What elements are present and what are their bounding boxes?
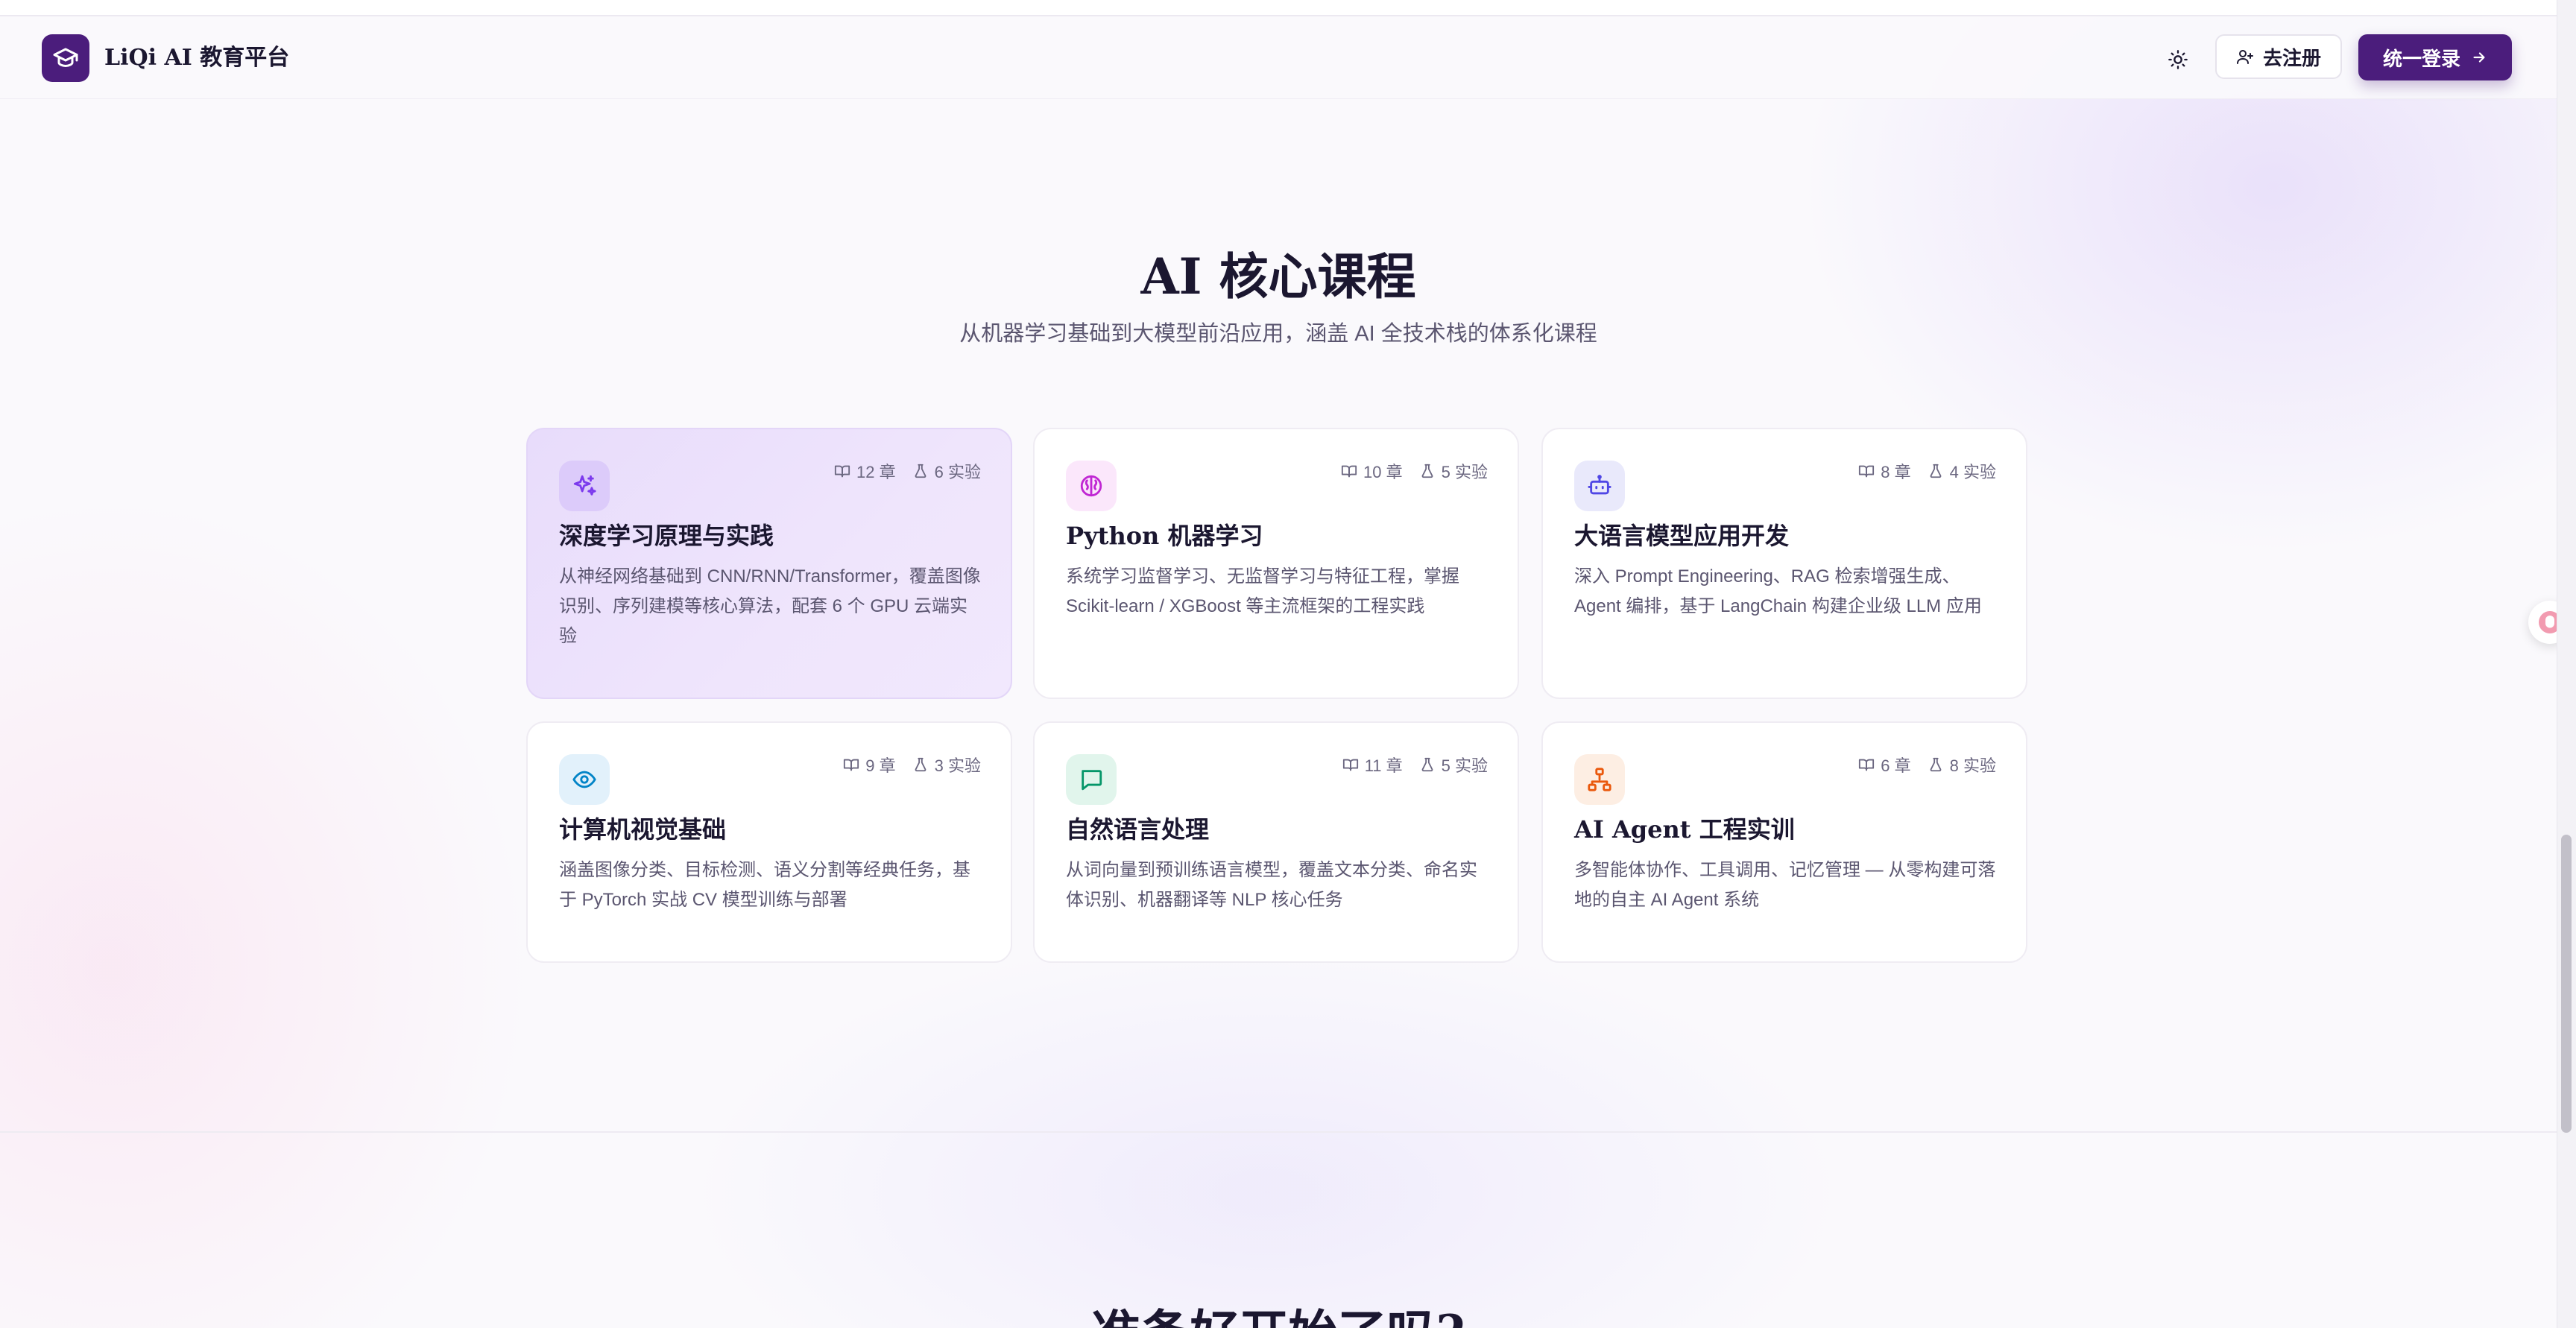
chapter-count: 12 章 (834, 459, 896, 483)
chat-icon (1082, 770, 1102, 791)
book-icon (834, 465, 850, 478)
card-title: 深度学习原理与实践 (559, 522, 774, 549)
card-title: Python 机器学习 (1066, 522, 1263, 550)
card-title: AI Agent 工程实训 (1574, 815, 1795, 844)
register-button[interactable]: 去注册 (2215, 34, 2342, 79)
login-label: 统一登录 (2382, 47, 2460, 70)
card-description: 从神经网络基础到 CNN/RNN/Transformer，覆盖图像识别、序列建模… (559, 566, 981, 646)
card-meta: 9 章 3 实验 (843, 753, 981, 777)
book-icon (1342, 759, 1358, 771)
section-subtitle: 从机器学习基础到大模型前沿应用，涵盖 AI 全技术栈的体系化课程 (959, 322, 1597, 346)
card-description: 涵盖图像分类、目标检测、语义分割等经典任务，基于 PyTorch 实战 CV 模… (559, 860, 970, 910)
course-card-python-ml[interactable]: 10 章 5 实验 Python 机器学习 系统学习监督学习、无监督学习与特征工… (1033, 428, 1519, 699)
card-description: 从词向量到预训练语言模型，覆盖文本分类、命名实体识别、机器翻译等 NLP 核心任… (1066, 860, 1477, 910)
top-rule (0, 0, 2576, 16)
lab-count: 6 实验 (912, 459, 981, 483)
card-description: 深入 Prompt Engineering、RAG 检索增强生成、Agent 编… (1574, 566, 1982, 616)
flask-icon (1421, 464, 1433, 478)
card-meta: 6 章 8 实验 (1858, 753, 1996, 777)
chapter-count: 11 章 (1342, 753, 1403, 777)
arrow-right-icon (2473, 52, 2485, 63)
scrollbar-thumb[interactable] (2561, 835, 2572, 1133)
book-icon (1341, 465, 1357, 478)
robot-icon (1588, 475, 1611, 495)
lab-count: 3 实验 (912, 753, 981, 777)
card-title: 大语言模型应用开发 (1574, 522, 1790, 549)
flask-icon (1930, 757, 1942, 772)
card-icon-box (1574, 461, 1625, 511)
user-plus-icon (2236, 50, 2253, 64)
chapter-count: 8 章 (1858, 459, 1911, 483)
course-card-deep-learning[interactable]: 12 章 6 实验 深度学习原理与实践 从神经网络基础到 CNN/RNN/Tra… (526, 428, 1012, 699)
brain-icon (1080, 475, 1102, 497)
vertical-scrollbar[interactable] (2557, 0, 2576, 1328)
card-icon-box (1066, 461, 1117, 511)
card-meta: 10 章 5 实验 (1341, 459, 1488, 483)
register-label: 去注册 (2262, 46, 2321, 69)
course-card-llm-dev[interactable]: 8 章 4 实验 大语言模型应用开发 深入 Prompt Engineering… (1541, 428, 2027, 699)
chapter-count: 6 章 (1858, 753, 1911, 777)
flask-icon (915, 757, 926, 772)
network-icon (1588, 768, 1611, 791)
book-icon (844, 759, 859, 771)
flask-icon (1421, 757, 1433, 772)
flask-icon (915, 464, 926, 478)
card-title: 自然语言处理 (1066, 816, 1210, 843)
lab-count: 8 实验 (1928, 753, 1996, 777)
chapter-count: 10 章 (1341, 459, 1403, 483)
lab-count: 5 实验 (1419, 753, 1488, 777)
login-button[interactable]: 统一登录 (2358, 34, 2512, 80)
sun-icon (2168, 50, 2188, 69)
page: LiQi AI 教育平台 去注册 统一登录 AI 核心课程 从机器学习基础到大模… (0, 0, 2576, 1328)
course-card-nlp[interactable]: 11 章 5 实验 自然语言处理 从词向量到预训练语言模型，覆盖文本分类、命名实… (1033, 721, 1519, 963)
card-meta: 11 章 5 实验 (1342, 753, 1488, 777)
card-icon-box (1066, 754, 1117, 805)
book-icon (1859, 465, 1875, 478)
card-description: 系统学习监督学习、无监督学习与特征工程，掌握 Scikit-learn / XG… (1066, 566, 1459, 616)
brand-name[interactable]: LiQi AI 教育平台 (104, 42, 289, 75)
section-title: AI 核心课程 (1140, 247, 1416, 306)
card-icon-box (559, 754, 610, 805)
book-icon (1859, 759, 1875, 771)
top-navbar: LiQi AI 教育平台 去注册 统一登录 (0, 16, 2557, 99)
course-card-computer-vision[interactable]: 9 章 3 实验 计算机视觉基础 涵盖图像分类、目标检测、语义分割等经典任务，基… (526, 721, 1012, 963)
card-meta: 12 章 6 实验 (834, 459, 981, 483)
card-icon-box (559, 461, 610, 511)
theme-toggle-button[interactable] (2159, 40, 2197, 79)
lab-count: 4 实验 (1928, 459, 1996, 483)
graduation-cap-icon (53, 48, 78, 67)
section-divider (0, 1131, 2557, 1133)
flask-icon (1930, 464, 1942, 478)
logo[interactable] (42, 34, 89, 82)
chapter-count: 9 章 (843, 753, 896, 777)
card-icon-box (1574, 754, 1625, 805)
cta-title: 准备好开始了吗? (0, 1294, 2557, 1328)
card-title: 计算机视觉基础 (559, 816, 727, 843)
lab-count: 5 实验 (1419, 459, 1488, 483)
card-meta: 8 章 4 实验 (1858, 459, 1996, 483)
course-card-ai-agent[interactable]: 6 章 8 实验 AI Agent 工程实训 多智能体协作、工具调用、记忆管理 … (1541, 721, 2027, 963)
sparkles-icon (573, 475, 596, 496)
eye-icon (572, 771, 596, 788)
card-description: 多智能体协作、工具调用、记忆管理 — 从零构建可落地的自主 AI Agent 系… (1574, 860, 1996, 910)
